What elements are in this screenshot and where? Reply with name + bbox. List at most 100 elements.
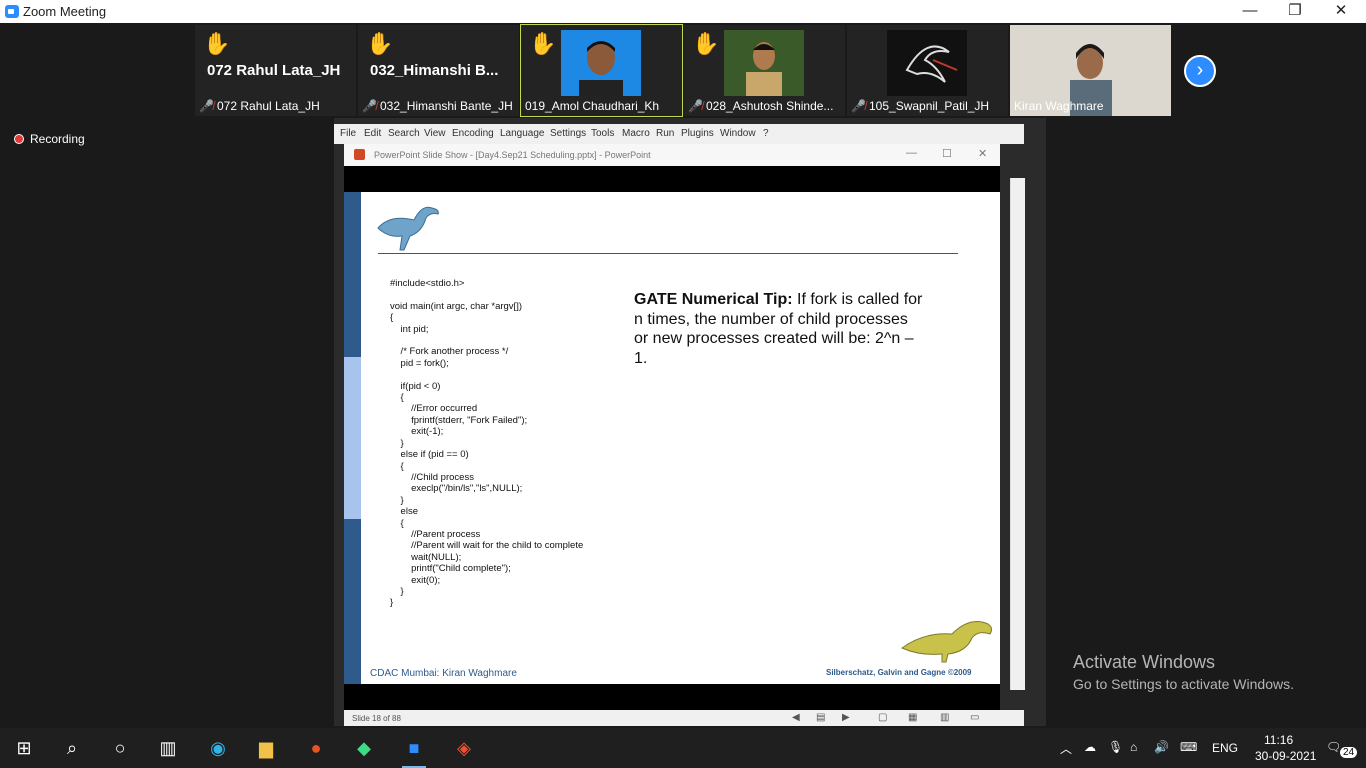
show-hidden-icons[interactable]: ︿ xyxy=(1060,740,1072,757)
notifications-icon[interactable]: 🗨 xyxy=(1326,740,1341,754)
participant-tile[interactable]: 🎤̸ 105_Swapnil_Patil_JH xyxy=(847,25,1008,116)
task-view-icon[interactable]: ▥ xyxy=(144,728,192,768)
recording-indicator[interactable]: Recording xyxy=(14,132,85,146)
slide-letterbox-bottom xyxy=(344,684,1000,710)
participant-name: 028_Ashutosh Shinde... xyxy=(706,99,834,113)
menu-item[interactable]: Window xyxy=(720,128,756,139)
normal-view-icon[interactable]: ▢ xyxy=(878,712,887,723)
slide-accent-bar xyxy=(344,192,361,684)
powerpoint-title-bar: PowerPoint Slide Show - [Day4.Sep21 Sche… xyxy=(344,144,1000,166)
title-bar: Zoom Meeting — ❐ ✕ xyxy=(0,0,1366,23)
participant-video xyxy=(561,30,641,96)
dinosaur-logo-icon xyxy=(377,206,439,251)
muted-mic-icon: 🎤̸ xyxy=(199,99,214,113)
menu-item[interactable]: Search xyxy=(388,128,420,139)
powerpoint-icon xyxy=(354,149,365,160)
muted-mic-icon: 🎤̸ xyxy=(362,99,377,113)
ppt-close-button[interactable]: ✕ xyxy=(978,147,987,160)
ppt-status-bar: Slide 18 of 88 ◀ ▤ ▶ ▢ ▦ ▥ ▭ xyxy=(344,710,1024,726)
network-icon[interactable]: ⌂ xyxy=(1130,740,1137,754)
slide-title-rule xyxy=(378,253,958,254)
menu-item[interactable]: Macro xyxy=(622,128,650,139)
volume-icon[interactable]: 🔊 xyxy=(1154,740,1169,754)
raised-hand-icon: ✋ xyxy=(203,31,231,56)
recording-dot-icon xyxy=(14,134,24,144)
gate-tip: GATE Numerical Tip: If fork is called fo… xyxy=(634,290,924,368)
participant-tile[interactable]: Kiran Waghmare xyxy=(1010,25,1171,116)
taskbar: ⊞ ⌕ ○ ▥ ◉ ▆ ● ◆ ■ ◈ ︿ ☁ 🎙 ⌂ 🔊 ⌨ ENG 11:1… xyxy=(0,728,1366,768)
activate-windows-subtitle: Go to Settings to activate Windows. xyxy=(1073,676,1294,692)
menu-item[interactable]: Language xyxy=(500,128,545,139)
notepad-menu-bar: File Edit Search View Encoding Language … xyxy=(334,124,1024,144)
menu-item[interactable]: Settings xyxy=(550,128,586,139)
tip-heading: GATE Numerical Tip: xyxy=(634,291,793,308)
slide-footer-right: Silberschatz, Galvin and Gagne ©2009 xyxy=(826,668,972,677)
participant-tile[interactable]: ✋ 🎤̸ 028_Ashutosh Shinde... xyxy=(684,25,845,116)
muted-mic-icon: 🎤̸ xyxy=(688,99,703,113)
participant-name: 032_Himanshi Bante_JH xyxy=(380,99,513,113)
activate-windows-title: Activate Windows xyxy=(1073,652,1216,672)
system-tray: ︿ ☁ 🎙 ⌂ 🔊 ⌨ ENG 11:16 30-09-2021 🗨 24 xyxy=(1056,728,1366,768)
raised-hand-icon: ✋ xyxy=(529,31,557,56)
participant-display-name: 072 Rahul Lata_JH xyxy=(207,62,341,79)
git-icon[interactable]: ◈ xyxy=(440,728,488,768)
notification-count: 24 xyxy=(1340,747,1358,758)
participant-name: Kiran Waghmare xyxy=(1014,99,1104,113)
slide-footer-left: CDAC Mumbai: Kiran Waghmare xyxy=(370,668,517,679)
menu-icon[interactable]: ▤ xyxy=(816,712,825,723)
zoom-logo-icon xyxy=(5,5,19,18)
keyboard-icon[interactable]: ⌨ xyxy=(1180,740,1197,754)
participant-name: 072 Rahul Lata_JH xyxy=(217,99,320,113)
clock-time[interactable]: 11:16 xyxy=(1264,733,1293,747)
slide: #include<stdio.h> void main(int argc, ch… xyxy=(344,192,1000,684)
minimize-button[interactable]: — xyxy=(1227,0,1273,23)
edge-icon[interactable]: ◉ xyxy=(194,728,242,768)
slide-letterbox-top xyxy=(344,166,1000,192)
menu-item[interactable]: Plugins xyxy=(681,128,714,139)
slide-counter: Slide 18 of 88 xyxy=(352,714,401,723)
raised-hand-icon: ✋ xyxy=(366,31,394,56)
participant-tile[interactable]: ✋ 032_Himanshi B... 🎤̸ 032_Himanshi Bant… xyxy=(358,25,519,116)
search-icon[interactable]: ⌕ xyxy=(48,728,96,768)
menu-item[interactable]: Run xyxy=(656,128,674,139)
menu-item[interactable]: File xyxy=(340,128,356,139)
prev-slide-icon[interactable]: ◀ xyxy=(792,712,800,723)
ppt-minimize-button[interactable]: — xyxy=(906,147,917,159)
slide-sorter-icon[interactable]: ▦ xyxy=(908,712,917,723)
onedrive-icon[interactable]: ☁ xyxy=(1084,740,1096,754)
ppt-maximize-button[interactable]: ☐ xyxy=(942,147,952,160)
close-button[interactable]: ✕ xyxy=(1318,0,1364,23)
file-explorer-icon[interactable]: ▆ xyxy=(242,728,290,768)
language-indicator[interactable]: ENG xyxy=(1212,741,1238,755)
start-icon[interactable]: ⊞ xyxy=(0,728,48,768)
reading-view-icon[interactable]: ▥ xyxy=(940,712,949,723)
clock-date[interactable]: 30-09-2021 xyxy=(1255,749,1316,763)
zoom-icon[interactable]: ■ xyxy=(390,728,438,768)
slideshow-icon[interactable]: ▭ xyxy=(970,712,979,723)
menu-item[interactable]: ? xyxy=(763,128,769,139)
microphone-icon[interactable]: 🎙 xyxy=(1108,740,1123,754)
menu-item[interactable]: Encoding xyxy=(452,128,494,139)
dinosaur-footer-icon xyxy=(901,621,993,663)
participant-tile[interactable]: ✋ 072 Rahul Lata_JH 🎤̸ 072 Rahul Lata_JH xyxy=(195,25,356,116)
android-studio-icon[interactable]: ◆ xyxy=(340,728,388,768)
maximize-button[interactable]: ❐ xyxy=(1272,0,1318,23)
shared-screen: File Edit Search View Encoding Language … xyxy=(334,118,1046,726)
menu-item[interactable]: Edit xyxy=(364,128,381,139)
next-page-button[interactable]: › xyxy=(1184,55,1216,87)
participant-video xyxy=(887,30,967,96)
participant-tile[interactable]: ✋ 019_Amol Chaudhari_Kh xyxy=(520,24,683,117)
cortana-icon[interactable]: ○ xyxy=(96,728,144,768)
muted-mic-icon: 🎤̸ xyxy=(851,99,866,113)
ppt-window-title: PowerPoint Slide Show - [Day4.Sep21 Sche… xyxy=(374,150,651,160)
ubuntu-icon[interactable]: ● xyxy=(292,728,340,768)
participant-name: 019_Amol Chaudhari_Kh xyxy=(525,99,660,113)
raised-hand-icon: ✋ xyxy=(692,31,720,56)
scrollbar[interactable] xyxy=(1010,178,1025,690)
menu-item[interactable]: Tools xyxy=(591,128,614,139)
code-block: #include<stdio.h> void main(int argc, ch… xyxy=(390,278,584,609)
next-slide-icon[interactable]: ▶ xyxy=(842,712,850,723)
participant-display-name: 032_Himanshi B... xyxy=(370,62,499,79)
menu-item[interactable]: View xyxy=(424,128,446,139)
participant-video xyxy=(724,30,804,96)
